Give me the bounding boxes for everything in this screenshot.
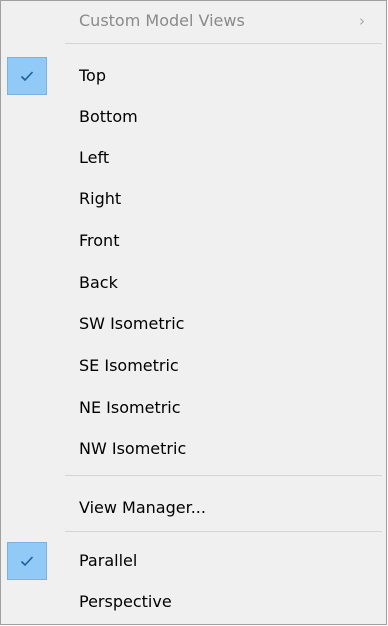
menu-item-custom-model-views[interactable]: Custom Model Views › <box>4 1 383 41</box>
menu-item-label: View Manager... <box>79 498 206 517</box>
menu-item-view-manager[interactable]: View Manager... <box>4 488 383 528</box>
menu-item-label: Bottom <box>79 107 138 126</box>
menu-item-nw-isometric[interactable]: NW Isometric <box>4 429 383 469</box>
menu-item-label: Back <box>79 273 118 292</box>
menu-item-label: Top <box>79 66 106 85</box>
menu-separator <box>65 475 382 476</box>
menu-item-label: Left <box>79 148 110 167</box>
menu-item-front[interactable]: Front <box>4 221 383 261</box>
menu-item-label: SW Isometric <box>79 314 185 333</box>
menu-item-ne-isometric[interactable]: NE Isometric <box>4 388 383 428</box>
menu-item-label: Right <box>79 189 122 208</box>
context-menu: Custom Model Views › Top Bottom Left Rig… <box>0 0 387 625</box>
menu-item-top[interactable]: Top <box>4 56 383 96</box>
menu-item-sw-isometric[interactable]: SW Isometric <box>4 304 383 344</box>
checkmark-icon <box>7 542 47 580</box>
menu-item-label: Perspective <box>79 592 172 611</box>
menu-item-perspective[interactable]: Perspective <box>4 582 383 622</box>
menu-item-back[interactable]: Back <box>4 263 383 303</box>
menu-item-parallel[interactable]: Parallel <box>4 541 383 581</box>
chevron-right-icon: › <box>359 12 365 30</box>
menu-item-label: Parallel <box>79 551 138 570</box>
menu-item-label: Front <box>79 231 120 250</box>
menu-item-label: Custom Model Views <box>79 11 245 30</box>
menu-item-right[interactable]: Right <box>4 179 383 219</box>
menu-separator <box>65 531 382 532</box>
menu-item-left[interactable]: Left <box>4 138 383 178</box>
menu-separator <box>65 43 382 44</box>
checkmark-icon <box>7 57 47 95</box>
menu-item-label: SE Isometric <box>79 356 179 375</box>
menu-item-se-isometric[interactable]: SE Isometric <box>4 346 383 386</box>
menu-item-label: NE Isometric <box>79 398 181 417</box>
menu-item-label: NW Isometric <box>79 439 187 458</box>
menu-item-bottom[interactable]: Bottom <box>4 97 383 137</box>
